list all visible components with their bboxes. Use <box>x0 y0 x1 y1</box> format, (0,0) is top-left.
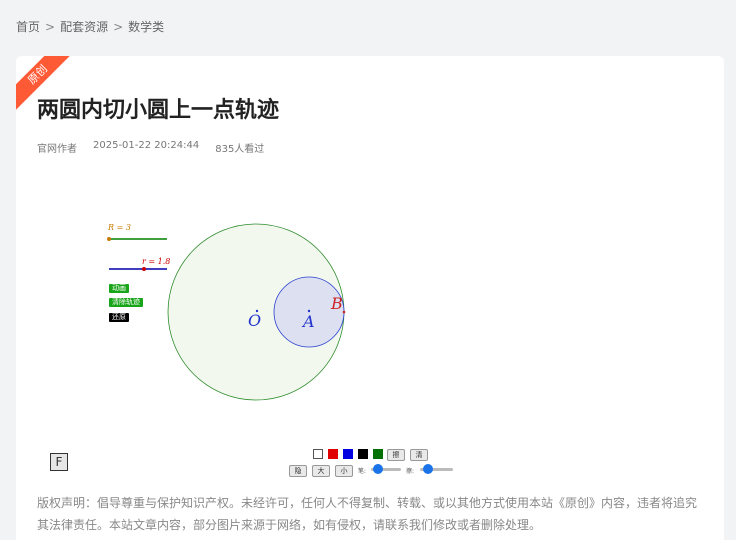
bigger-button[interactable]: 大 <box>312 465 330 477</box>
point-A-label: A <box>301 312 315 331</box>
pen-size-knob[interactable] <box>373 464 383 474</box>
animate-button[interactable]: 动画 <box>109 284 129 293</box>
slider-r-knob[interactable] <box>142 267 146 271</box>
breadcrumb-home[interactable]: 首页 <box>16 18 40 35</box>
breadcrumb: 首页 > 配套资源 > 数学类 <box>16 18 164 35</box>
slider-R-knob[interactable] <box>107 237 111 241</box>
eraser-size-knob[interactable] <box>423 464 433 474</box>
breadcrumb-resources[interactable]: 配套资源 <box>60 18 108 35</box>
color-blue-swatch[interactable] <box>343 449 353 459</box>
pen-size-label: 笔: <box>358 468 367 475</box>
slider-r-label: r = 1.8 <box>142 257 170 266</box>
copyright-notice: 版权声明：倡导尊重与保护知识产权。未经许可，任何人不得复制、转载、或以其他方式使… <box>37 496 698 532</box>
breadcrumb-math[interactable]: 数学类 <box>128 18 164 35</box>
point-B-label: B <box>330 294 343 313</box>
article-views: 835人看过 <box>215 144 265 155</box>
eraser-size-label: 擦: <box>406 468 415 475</box>
article-title: 两圆内切小圆上一点轨迹 <box>37 98 280 123</box>
slider-R-label: R = 3 <box>107 223 131 232</box>
breadcrumb-separator: > <box>45 19 56 34</box>
color-white-swatch[interactable] <box>313 449 323 459</box>
smaller-button[interactable]: 小 <box>335 465 353 477</box>
color-black-swatch[interactable] <box>358 449 368 459</box>
geometry-applet[interactable]: R = 3 r = 1.8 O A B 动画 清除轨迹 还原 <box>16 176 724 486</box>
reset-button[interactable]: 还原 <box>109 313 129 322</box>
breadcrumb-separator: > <box>113 19 124 34</box>
erase-button[interactable]: 擦 <box>387 449 405 461</box>
hide-button[interactable]: 隐 <box>289 465 307 477</box>
clear-trace-button[interactable]: 清除轨迹 <box>109 298 143 307</box>
article-datetime: 2025-01-22 20:24:44 <box>93 140 200 151</box>
color-red-swatch[interactable] <box>328 449 338 459</box>
f-toggle-box[interactable]: F <box>50 453 68 471</box>
article-card: 原创 两圆内切小圆上一点轨迹 官网作者 2025-01-22 20:24:44 … <box>16 56 724 540</box>
point-B-dot[interactable] <box>342 310 346 314</box>
clear-button[interactable]: 清 <box>410 449 428 461</box>
point-O-label: O <box>248 311 261 330</box>
article-meta: 官网作者 2025-01-22 20:24:44 835人看过 <box>37 140 264 155</box>
geometry-canvas[interactable]: R = 3 r = 1.8 O A B <box>16 176 724 486</box>
color-green-swatch[interactable] <box>373 449 383 459</box>
article-author: 官网作者 <box>37 144 77 155</box>
